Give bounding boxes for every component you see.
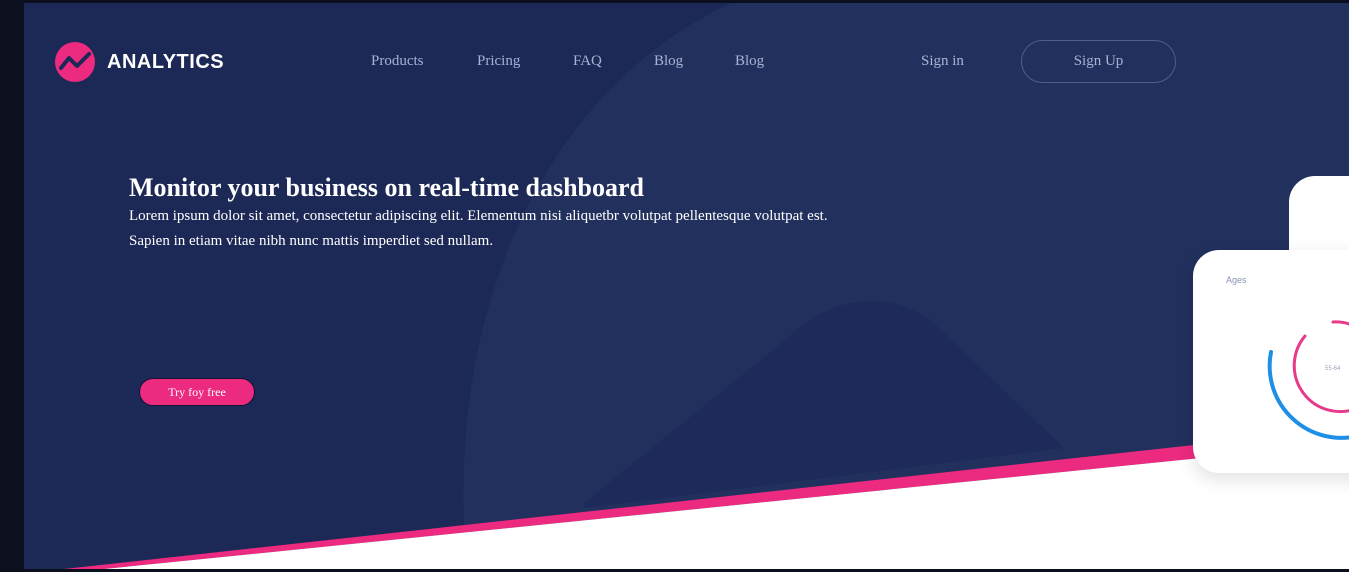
chart-center-label: 55-64 xyxy=(1325,366,1341,372)
brand-logo[interactable]: ANALYTICS xyxy=(55,42,224,82)
hero-section: ANALYTICS Products Pricing FAQ Blog Blog… xyxy=(24,3,1349,569)
nav-item-blog-2[interactable]: Blog xyxy=(735,53,764,70)
hero-background-shapes xyxy=(64,3,1349,569)
nav-item-pricing[interactable]: Pricing xyxy=(477,53,520,70)
nav-item-faq[interactable]: FAQ xyxy=(573,53,602,70)
chart-arc-pink-right xyxy=(1331,320,1349,326)
brand-name: ANALYTICS xyxy=(107,50,225,73)
signup-button[interactable]: Sign Up xyxy=(1021,40,1176,83)
logo-icon xyxy=(55,42,95,82)
hero-subtext: Lorem ipsum dolor sit amet, consectetur … xyxy=(129,208,828,249)
nav-item-blog[interactable]: Blog xyxy=(654,53,683,70)
ages-donut-chart: 55-64 xyxy=(1267,320,1349,440)
signin-link[interactable]: Sign in xyxy=(921,53,964,70)
try-free-button[interactable]: Try foy free xyxy=(139,378,255,406)
chart-arc-pink-left xyxy=(1292,334,1349,414)
nav-item-products[interactable]: Products xyxy=(371,53,424,70)
chart-arc-outer-left xyxy=(1267,350,1349,440)
ages-card: Ages 55-64 xyxy=(1193,250,1349,473)
hero-headline: Monitor your business on real-time dashb… xyxy=(129,173,645,202)
